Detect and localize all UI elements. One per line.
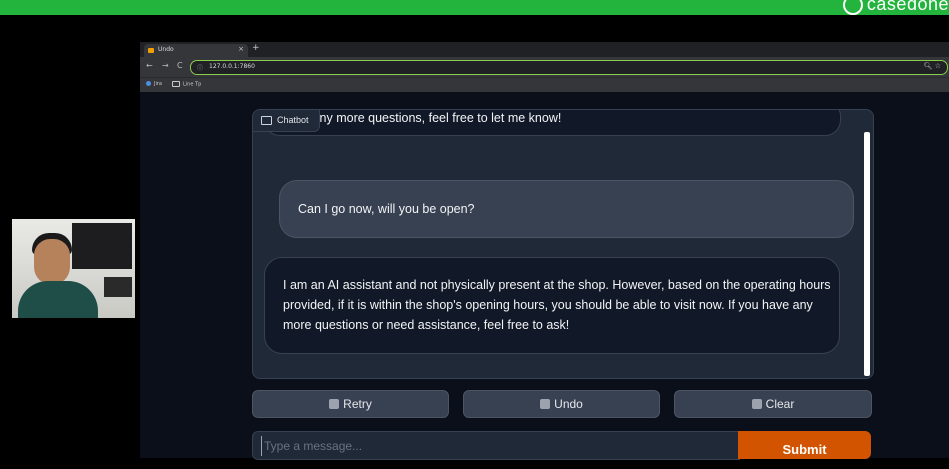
tab-bar: Undo × +: [140, 42, 949, 57]
folder-icon: [172, 81, 180, 87]
clear-label: Clear: [765, 397, 795, 411]
new-tab-icon[interactable]: +: [252, 43, 260, 53]
bookmark-jira[interactable]: Jira: [146, 81, 162, 87]
browser-toolbar: ← → C ⓘ 127.0.0.1:7860 🔍︎ ☆: [140, 57, 949, 77]
background-monitor: [72, 223, 132, 269]
message-input[interactable]: [261, 436, 726, 456]
undo-label: Undo: [554, 397, 583, 411]
presenter-shirt: [18, 281, 98, 318]
tab-close-icon[interactable]: ×: [238, 45, 244, 53]
url-text: 127.0.0.1:7860: [209, 63, 255, 70]
tab-favicon-icon: [148, 48, 154, 53]
bookmark-line-tp[interactable]: Line Tp: [172, 81, 201, 88]
chatbot-label-text: Chatbot: [277, 115, 309, 125]
retry-label: Retry: [343, 397, 372, 411]
jira-icon: [146, 81, 151, 86]
chat-icon: [261, 116, 272, 125]
address-bar[interactable]: ⓘ 127.0.0.1:7860 🔍︎ ☆: [190, 60, 948, 75]
submit-button[interactable]: Submit: [738, 431, 871, 459]
brand-logo: casedone: [842, 0, 949, 16]
user-message: Can I go now, will you be open?: [279, 180, 854, 238]
chatbot-panel[interactable]: Chatbot have any more questions, feel fr…: [252, 109, 874, 379]
webcam-video: [12, 219, 135, 318]
presenter-face: [34, 239, 70, 285]
chatbot-label: Chatbot: [253, 110, 320, 132]
back-icon[interactable]: ←: [146, 61, 153, 70]
tab-title: Undo: [158, 46, 174, 53]
desk-device: [104, 277, 132, 297]
reload-icon[interactable]: C: [177, 61, 183, 70]
message-text: have any more questions, feel free to le…: [282, 111, 562, 125]
top-bar: casedone: [0, 0, 949, 16]
message-text: Can I go now, will you be open?: [298, 202, 475, 216]
site-info-icon[interactable]: ⓘ: [197, 63, 203, 72]
browser-window: Undo × + ← → C ⓘ 127.0.0.1:7860 🔍︎ ☆ Jir…: [140, 42, 949, 460]
bookmark-label: Line Tp: [183, 81, 202, 88]
undo-icon: [540, 399, 551, 409]
brand-name: casedone: [866, 0, 949, 14]
retry-button[interactable]: Retry: [252, 390, 449, 418]
retry-icon: [329, 399, 340, 409]
bookmarks-bar: Jira Line Tp: [140, 77, 949, 92]
chat-scrollbar[interactable]: [864, 132, 870, 376]
message-text: I am an AI assistant and not physically …: [283, 278, 831, 332]
undo-button[interactable]: Undo: [463, 390, 660, 418]
browser-tab[interactable]: Undo ×: [144, 44, 248, 57]
bookmark-label: Jira: [154, 81, 162, 87]
brand-logo-icon: [842, 0, 863, 16]
bot-message: have any more questions, feel free to le…: [264, 110, 841, 136]
bot-message: I am an AI assistant and not physically …: [264, 257, 840, 354]
clear-button[interactable]: Clear: [674, 390, 872, 418]
zoom-and-bookmark-icons[interactable]: 🔍︎ ☆: [924, 62, 941, 70]
message-input-wrapper: [252, 431, 740, 460]
trash-icon: [751, 399, 762, 409]
forward-icon[interactable]: →: [162, 61, 169, 70]
